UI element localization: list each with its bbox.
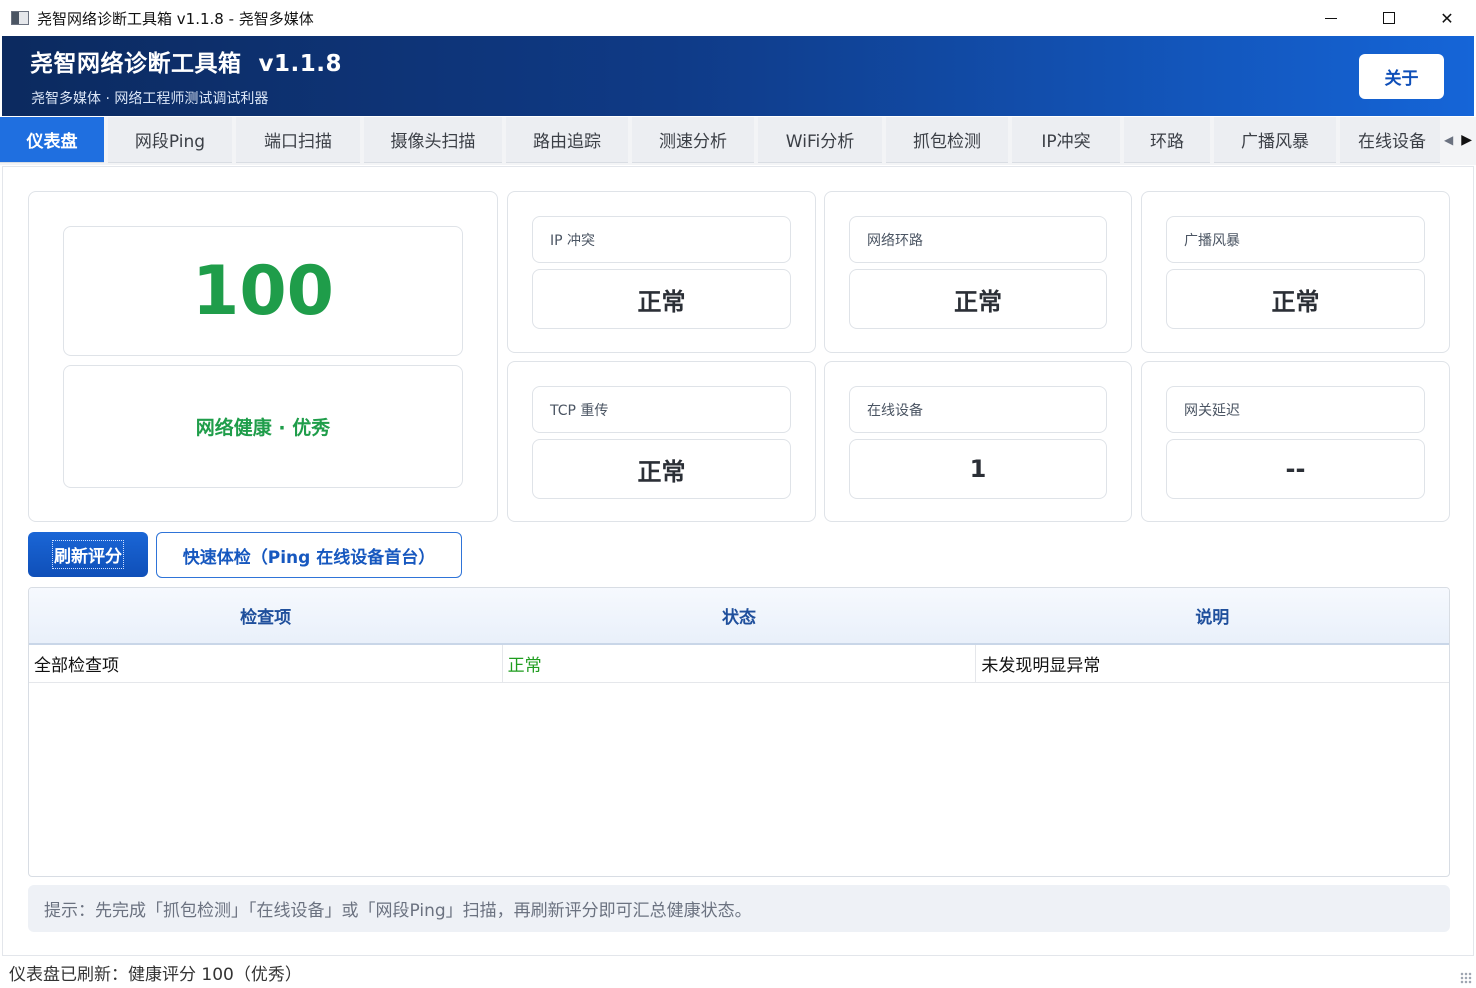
window-title: 尧智网络诊断工具箱 v1.1.8 - 尧智多媒体 (37, 9, 314, 28)
close-icon: ✕ (1440, 8, 1454, 28)
metric-label: 网关延迟 (1166, 386, 1425, 433)
tab-wifi-analysis[interactable]: WiFi分析 (758, 117, 882, 163)
metric-value: 正常 (849, 269, 1107, 329)
score-box: 100 (63, 226, 463, 356)
refresh-score-button[interactable]: 刷新评分 (28, 532, 148, 577)
status-text: 仪表盘已刷新：健康评分 100（优秀） (9, 965, 302, 985)
metric-label: 在线设备 (849, 386, 1107, 433)
app-header: 尧智网络诊断工具箱 v1.1.8 尧智多媒体 · 网络工程师测试调试利器 关于 (2, 36, 1474, 116)
score-card: 100 网络健康 · 优秀 (28, 191, 498, 522)
tab-subnet-ping[interactable]: 网段Ping (108, 117, 232, 163)
table-cell-status: 正常 (503, 645, 977, 682)
tab-online-devices[interactable]: 在线设备 (1340, 117, 1444, 163)
metric-value: 正常 (1166, 269, 1425, 329)
hint-text: 提示：先完成「抓包检测」「在线设备」或「网段Ping」扫描，再刷新评分即可汇总健… (28, 885, 1450, 932)
tab-scroll-controls: ◀ ▶ (1440, 117, 1476, 163)
table-header: 检查项 状态 说明 (29, 588, 1449, 645)
metric-label: TCP 重传 (532, 386, 791, 433)
tab-camera-scan[interactable]: 摄像头扫描 (364, 117, 502, 163)
tab-ip-conflict[interactable]: IP冲突 (1012, 117, 1120, 163)
metric-value: 正常 (532, 439, 791, 499)
tab-packet-capture[interactable]: 抓包检测 (886, 117, 1008, 163)
close-button[interactable]: ✕ (1418, 0, 1476, 36)
health-box: 网络健康 · 优秀 (63, 365, 463, 488)
table-cell: 未发现明显异常 (981, 656, 1101, 676)
minimize-icon (1325, 17, 1337, 19)
tab-speed-test[interactable]: 测速分析 (632, 117, 754, 163)
maximize-button[interactable] (1360, 0, 1418, 36)
app-subtitle: 尧智多媒体 · 网络工程师测试调试利器 (31, 91, 269, 107)
health-score: 100 (192, 251, 334, 331)
window-controls: ✕ (1302, 0, 1476, 36)
resize-grip-icon[interactable] (1460, 972, 1472, 984)
metric-label: 网络环路 (849, 216, 1107, 263)
metric-label: IP 冲突 (532, 216, 791, 263)
maximize-icon (1383, 12, 1395, 24)
metric-card-tcp-retransmit: TCP 重传 正常 (507, 361, 816, 522)
metric-card-ip-conflict: IP 冲突 正常 (507, 191, 816, 353)
tab-loop[interactable]: 环路 (1124, 117, 1210, 163)
dashboard-panel: 100 网络健康 · 优秀 IP 冲突 正常 网络环路 正常 广播风暴 正常 T… (2, 166, 1474, 956)
metric-card-online-devices: 在线设备 1 (824, 361, 1132, 522)
tab-broadcast-storm[interactable]: 广播风暴 (1214, 117, 1336, 163)
column-header-check-item[interactable]: 检查项 (29, 588, 502, 643)
check-results-table: 检查项 状态 说明 全部检查项 正常 未发现明显异常 (28, 587, 1450, 877)
window-titlebar: 尧智网络诊断工具箱 v1.1.8 - 尧智多媒体 ✕ (0, 0, 1476, 36)
app-icon (11, 11, 29, 25)
refresh-score-label: 刷新评分 (52, 540, 124, 569)
minimize-button[interactable] (1302, 0, 1360, 36)
tab-port-scan[interactable]: 端口扫描 (236, 117, 360, 163)
metric-card-broadcast-storm: 广播风暴 正常 (1141, 191, 1450, 353)
tab-traceroute[interactable]: 路由追踪 (506, 117, 628, 163)
tab-dashboard[interactable]: 仪表盘 (0, 117, 104, 163)
health-status: 网络健康 · 优秀 (195, 417, 331, 439)
table-row[interactable]: 全部检查项 正常 未发现明显异常 (29, 645, 1449, 683)
quick-check-button[interactable]: 快速体检（Ping 在线设备首台） (156, 532, 462, 578)
metric-value: 1 (849, 439, 1107, 499)
about-button[interactable]: 关于 (1359, 54, 1444, 99)
column-header-status[interactable]: 状态 (502, 588, 975, 643)
app-title: 尧智网络诊断工具箱 v1.1.8 (30, 51, 342, 77)
metric-value: 正常 (532, 269, 791, 329)
tab-bar: 仪表盘 网段Ping 端口扫描 摄像头扫描 路由追踪 测速分析 WiFi分析 抓… (0, 117, 1476, 165)
scroll-right-icon[interactable]: ▶ (1461, 132, 1472, 148)
metric-label: 广播风暴 (1166, 216, 1425, 263)
table-cell: 全部检查项 (29, 645, 503, 682)
metric-card-network-loop: 网络环路 正常 (824, 191, 1132, 353)
column-header-description[interactable]: 说明 (976, 588, 1449, 643)
scroll-left-icon[interactable]: ◀ (1444, 133, 1453, 147)
metric-card-gateway-latency: 网关延迟 -- (1141, 361, 1450, 522)
status-bar: 仪表盘已刷新：健康评分 100（优秀） (0, 957, 1476, 988)
metric-value: -- (1166, 439, 1425, 499)
